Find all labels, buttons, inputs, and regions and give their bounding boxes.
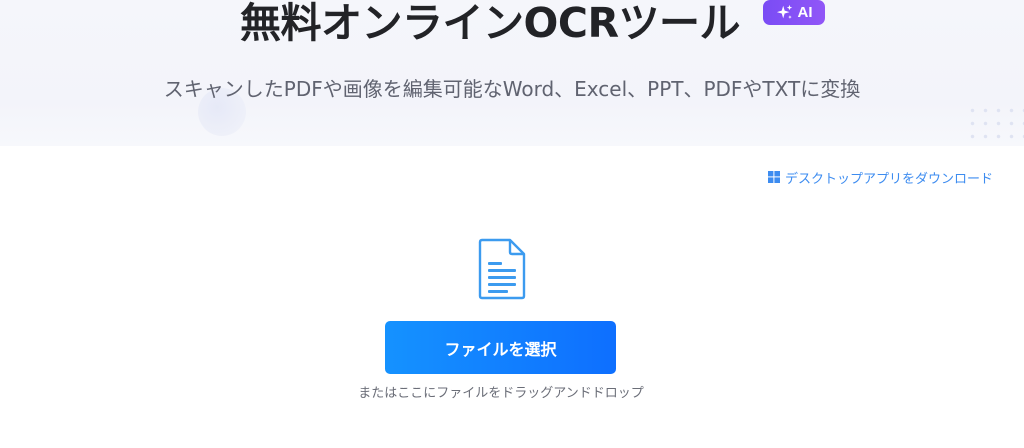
download-desktop-app-link[interactable]: デスクトップアプリをダウンロード	[768, 166, 993, 188]
page-title: 無料オンラインOCRツール	[240, 0, 741, 47]
sparkle-icon	[776, 4, 792, 19]
windows-icon	[768, 171, 780, 183]
ai-badge-label: AI	[797, 4, 813, 21]
drop-zone-hint: またはここにファイルをドラッグアンドドロップ	[358, 386, 644, 401]
document-icon	[478, 238, 526, 300]
ai-badge: AI	[763, 0, 825, 25]
decorative-dots	[966, 104, 1024, 146]
download-desktop-app-label: デスクトップアプリをダウンロード	[785, 171, 994, 187]
select-file-button[interactable]: ファイルを選択	[385, 321, 616, 374]
page-subtitle: スキャンしたPDFや画像を編集可能なWord、Excel、PPT、PDFやTXT…	[163, 77, 861, 101]
hero-section: 無料オンラインOCRツール AI スキャンしたPDFや画像を編集可能なWord、…	[0, 0, 1024, 146]
title-row: 無料オンラインOCRツール AI	[0, 0, 1024, 56]
